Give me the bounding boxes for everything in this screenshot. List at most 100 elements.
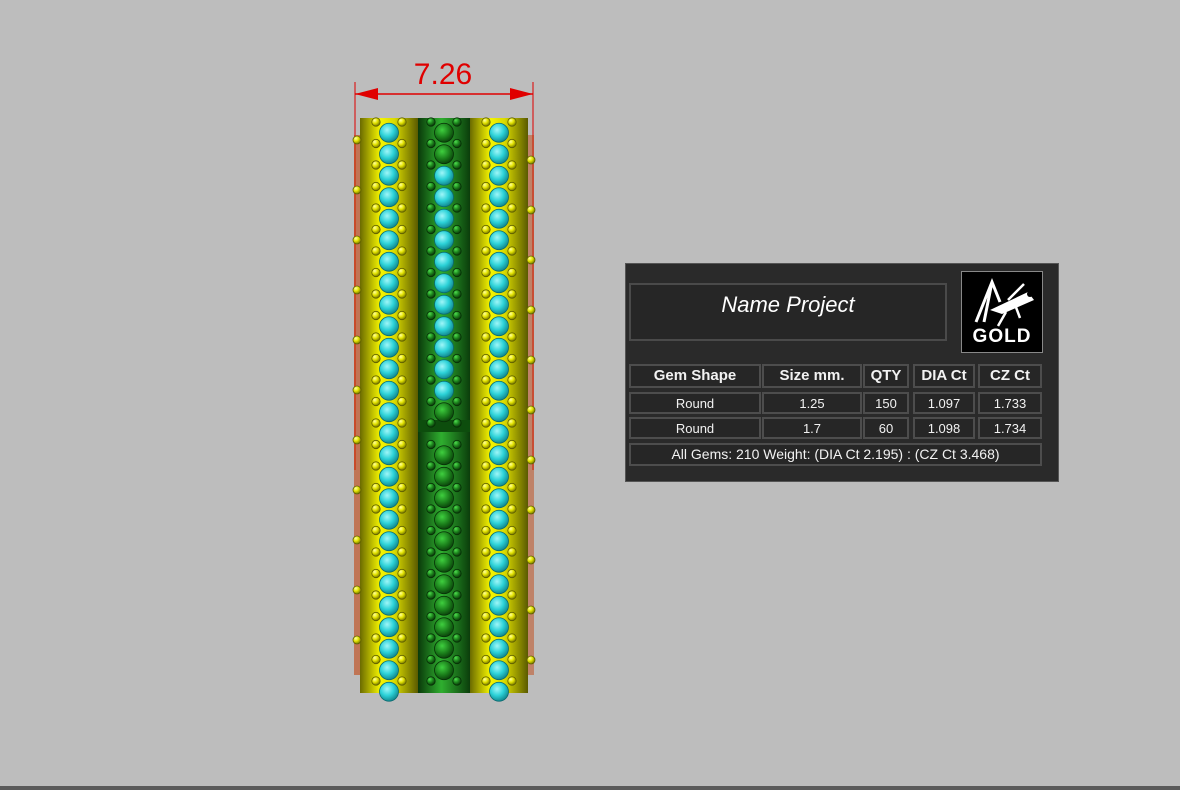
prong-bead [452, 461, 462, 471]
prong-bead [507, 310, 517, 321]
prong-bead [452, 289, 462, 299]
prong-bead [426, 353, 436, 364]
gem-stone [379, 380, 399, 401]
prong-bead [397, 289, 407, 299]
prong-bead [397, 525, 407, 536]
gem-stone [489, 144, 509, 165]
side-bead [526, 405, 536, 415]
side-bead [526, 605, 536, 615]
prong-bead [481, 396, 491, 407]
gem-stone [379, 552, 399, 573]
gem-stone [489, 294, 509, 315]
gem-stone [379, 337, 399, 358]
prong-bead [426, 289, 436, 299]
gem-stone [489, 359, 509, 380]
gem-stone [434, 230, 454, 251]
prong-bead [481, 117, 491, 127]
prong-bead [452, 676, 462, 686]
gem-stone [489, 165, 509, 186]
gem-stone [434, 122, 454, 143]
prong-bead [371, 504, 381, 514]
prong-bead [507, 224, 517, 235]
prong-bead [481, 353, 491, 364]
prong-bead [452, 654, 462, 665]
gem-stone [379, 681, 399, 702]
side-bead [352, 285, 362, 295]
prong-bead [507, 482, 517, 493]
gem-stone [379, 638, 399, 659]
prong-bead [397, 676, 407, 686]
gem-stone [379, 445, 399, 466]
prong-bead [507, 203, 517, 213]
gem-stone [379, 531, 399, 552]
3d-viewport[interactable]: 7.26 Name Project GOLD Gem Shape Size mm… [0, 0, 1180, 786]
prong-bead [397, 246, 407, 256]
prong-bead [507, 375, 517, 385]
prong-bead [397, 203, 407, 213]
prong-bead [371, 654, 381, 665]
prong-bead [397, 375, 407, 385]
prong-bead [426, 138, 436, 149]
prong-bead [452, 353, 462, 364]
prong-bead [397, 611, 407, 622]
prong-bead [481, 525, 491, 536]
prong-bead [452, 568, 462, 579]
prong-bead [481, 246, 491, 256]
side-bead [526, 655, 536, 665]
prong-bead [426, 504, 436, 514]
prong-bead [507, 525, 517, 536]
gem-stone [379, 187, 399, 208]
side-bead [526, 255, 536, 265]
summary-row: All Gems: 210 Weight: (DIA Ct 2.195) : (… [629, 443, 1042, 466]
prong-bead [371, 203, 381, 213]
prong-bead [452, 611, 462, 622]
prong-bead [481, 461, 491, 471]
prong-bead [481, 224, 491, 235]
prong-bead [371, 181, 381, 192]
prong-bead [481, 160, 491, 170]
prong-bead [397, 117, 407, 127]
prong-bead [371, 461, 381, 471]
prong-bead [452, 375, 462, 385]
gem-stone [489, 574, 509, 595]
prong-bead [507, 332, 517, 342]
prong-bead [426, 676, 436, 686]
prong-bead [397, 633, 407, 643]
gem-stone [489, 488, 509, 509]
prong-bead [481, 482, 491, 493]
prong-bead [452, 482, 462, 493]
gem-stone [434, 531, 454, 552]
prong-bead [426, 568, 436, 579]
prong-bead [507, 547, 517, 557]
gem-stone [379, 466, 399, 487]
prong-bead [426, 654, 436, 665]
cell-size-mm: 1.25 [762, 392, 862, 414]
prong-bead [507, 353, 517, 364]
gem-report-panel: Name Project GOLD Gem Shape Size mm. QTY DI… [625, 263, 1059, 482]
prong-bead [452, 439, 462, 450]
side-bead [352, 435, 362, 445]
gem-stone [379, 509, 399, 530]
prong-bead [452, 246, 462, 256]
logo-text: GOLD [972, 326, 1032, 347]
cell-cz-ct: 1.733 [978, 392, 1042, 414]
prong-bead [371, 310, 381, 321]
prong-bead [481, 138, 491, 149]
prong-bead [507, 246, 517, 256]
gem-stone [379, 488, 399, 509]
project-name-box[interactable]: Name Project [629, 283, 947, 341]
prong-bead [426, 396, 436, 407]
prong-bead [397, 138, 407, 149]
gem-stone [489, 122, 509, 143]
gem-stone [379, 165, 399, 186]
prong-bead [426, 267, 436, 278]
gem-stone [489, 445, 509, 466]
prong-bead [371, 246, 381, 256]
side-bead [526, 455, 536, 465]
prong-bead [507, 611, 517, 622]
prong-bead [426, 332, 436, 342]
prong-bead [481, 267, 491, 278]
gem-stone [434, 251, 454, 272]
cell-dia-ct: 1.097 [913, 392, 975, 414]
prong-bead [507, 439, 517, 450]
